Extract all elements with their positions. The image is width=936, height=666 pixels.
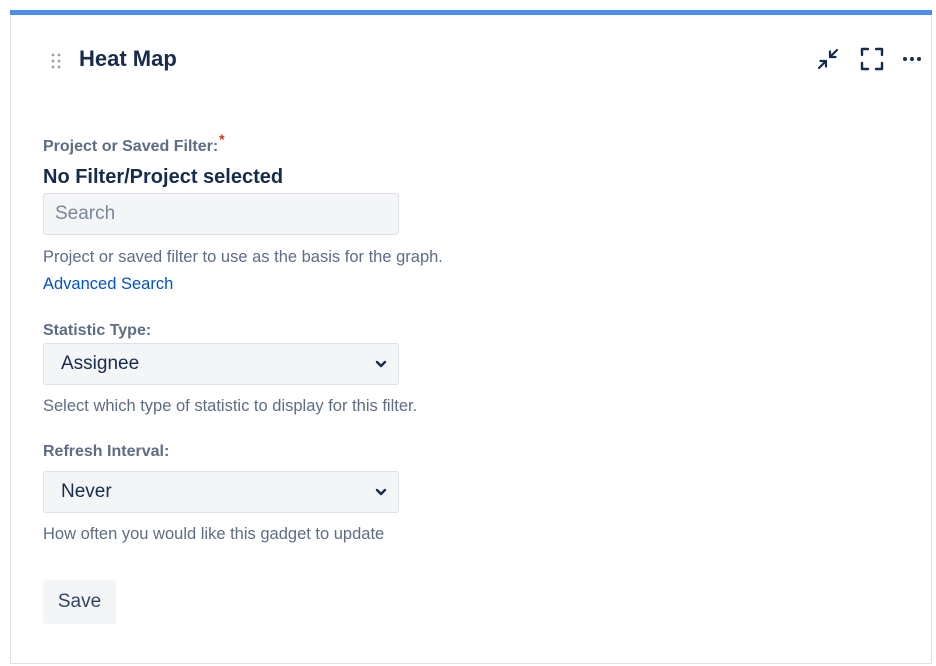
statistic-type-value: Assignee: [61, 353, 140, 374]
gadget-accent-bar: [10, 10, 932, 15]
statistic-type-select[interactable]: Assignee: [43, 343, 399, 385]
filter-search-input[interactable]: [43, 193, 399, 235]
statistic-type-help: Select which type of statistic to displa…: [43, 397, 418, 415]
maximize-icon[interactable]: [859, 46, 885, 72]
chevron-down-icon: [375, 360, 387, 368]
minimize-icon[interactable]: [815, 46, 841, 72]
selected-filter-text: No Filter/Project selected: [43, 166, 284, 188]
project-filter-help: Project or saved filter to use as the ba…: [43, 248, 443, 266]
refresh-interval-value: Never: [61, 481, 112, 502]
gadget-title: Heat Map: [79, 46, 177, 71]
refresh-interval-help: How often you would like this gadget to …: [43, 525, 385, 543]
chevron-down-icon: [375, 488, 387, 496]
heat-map-gadget: Heat Map Project or Saved Filter:* No Fi…: [10, 10, 932, 664]
statistic-type-label: Statistic Type:: [43, 322, 152, 339]
refresh-interval-select[interactable]: Never: [43, 471, 399, 513]
more-icon[interactable]: [899, 46, 925, 72]
drag-handle-icon[interactable]: [51, 53, 61, 69]
project-filter-label-text: Project or Saved Filter:: [43, 138, 219, 155]
advanced-search-link[interactable]: Advanced Search: [43, 275, 173, 294]
save-button[interactable]: Save: [43, 580, 116, 624]
project-filter-label: Project or Saved Filter:*: [43, 131, 225, 157]
required-marker: *: [219, 131, 225, 147]
refresh-interval-label: Refresh Interval:: [43, 443, 170, 460]
